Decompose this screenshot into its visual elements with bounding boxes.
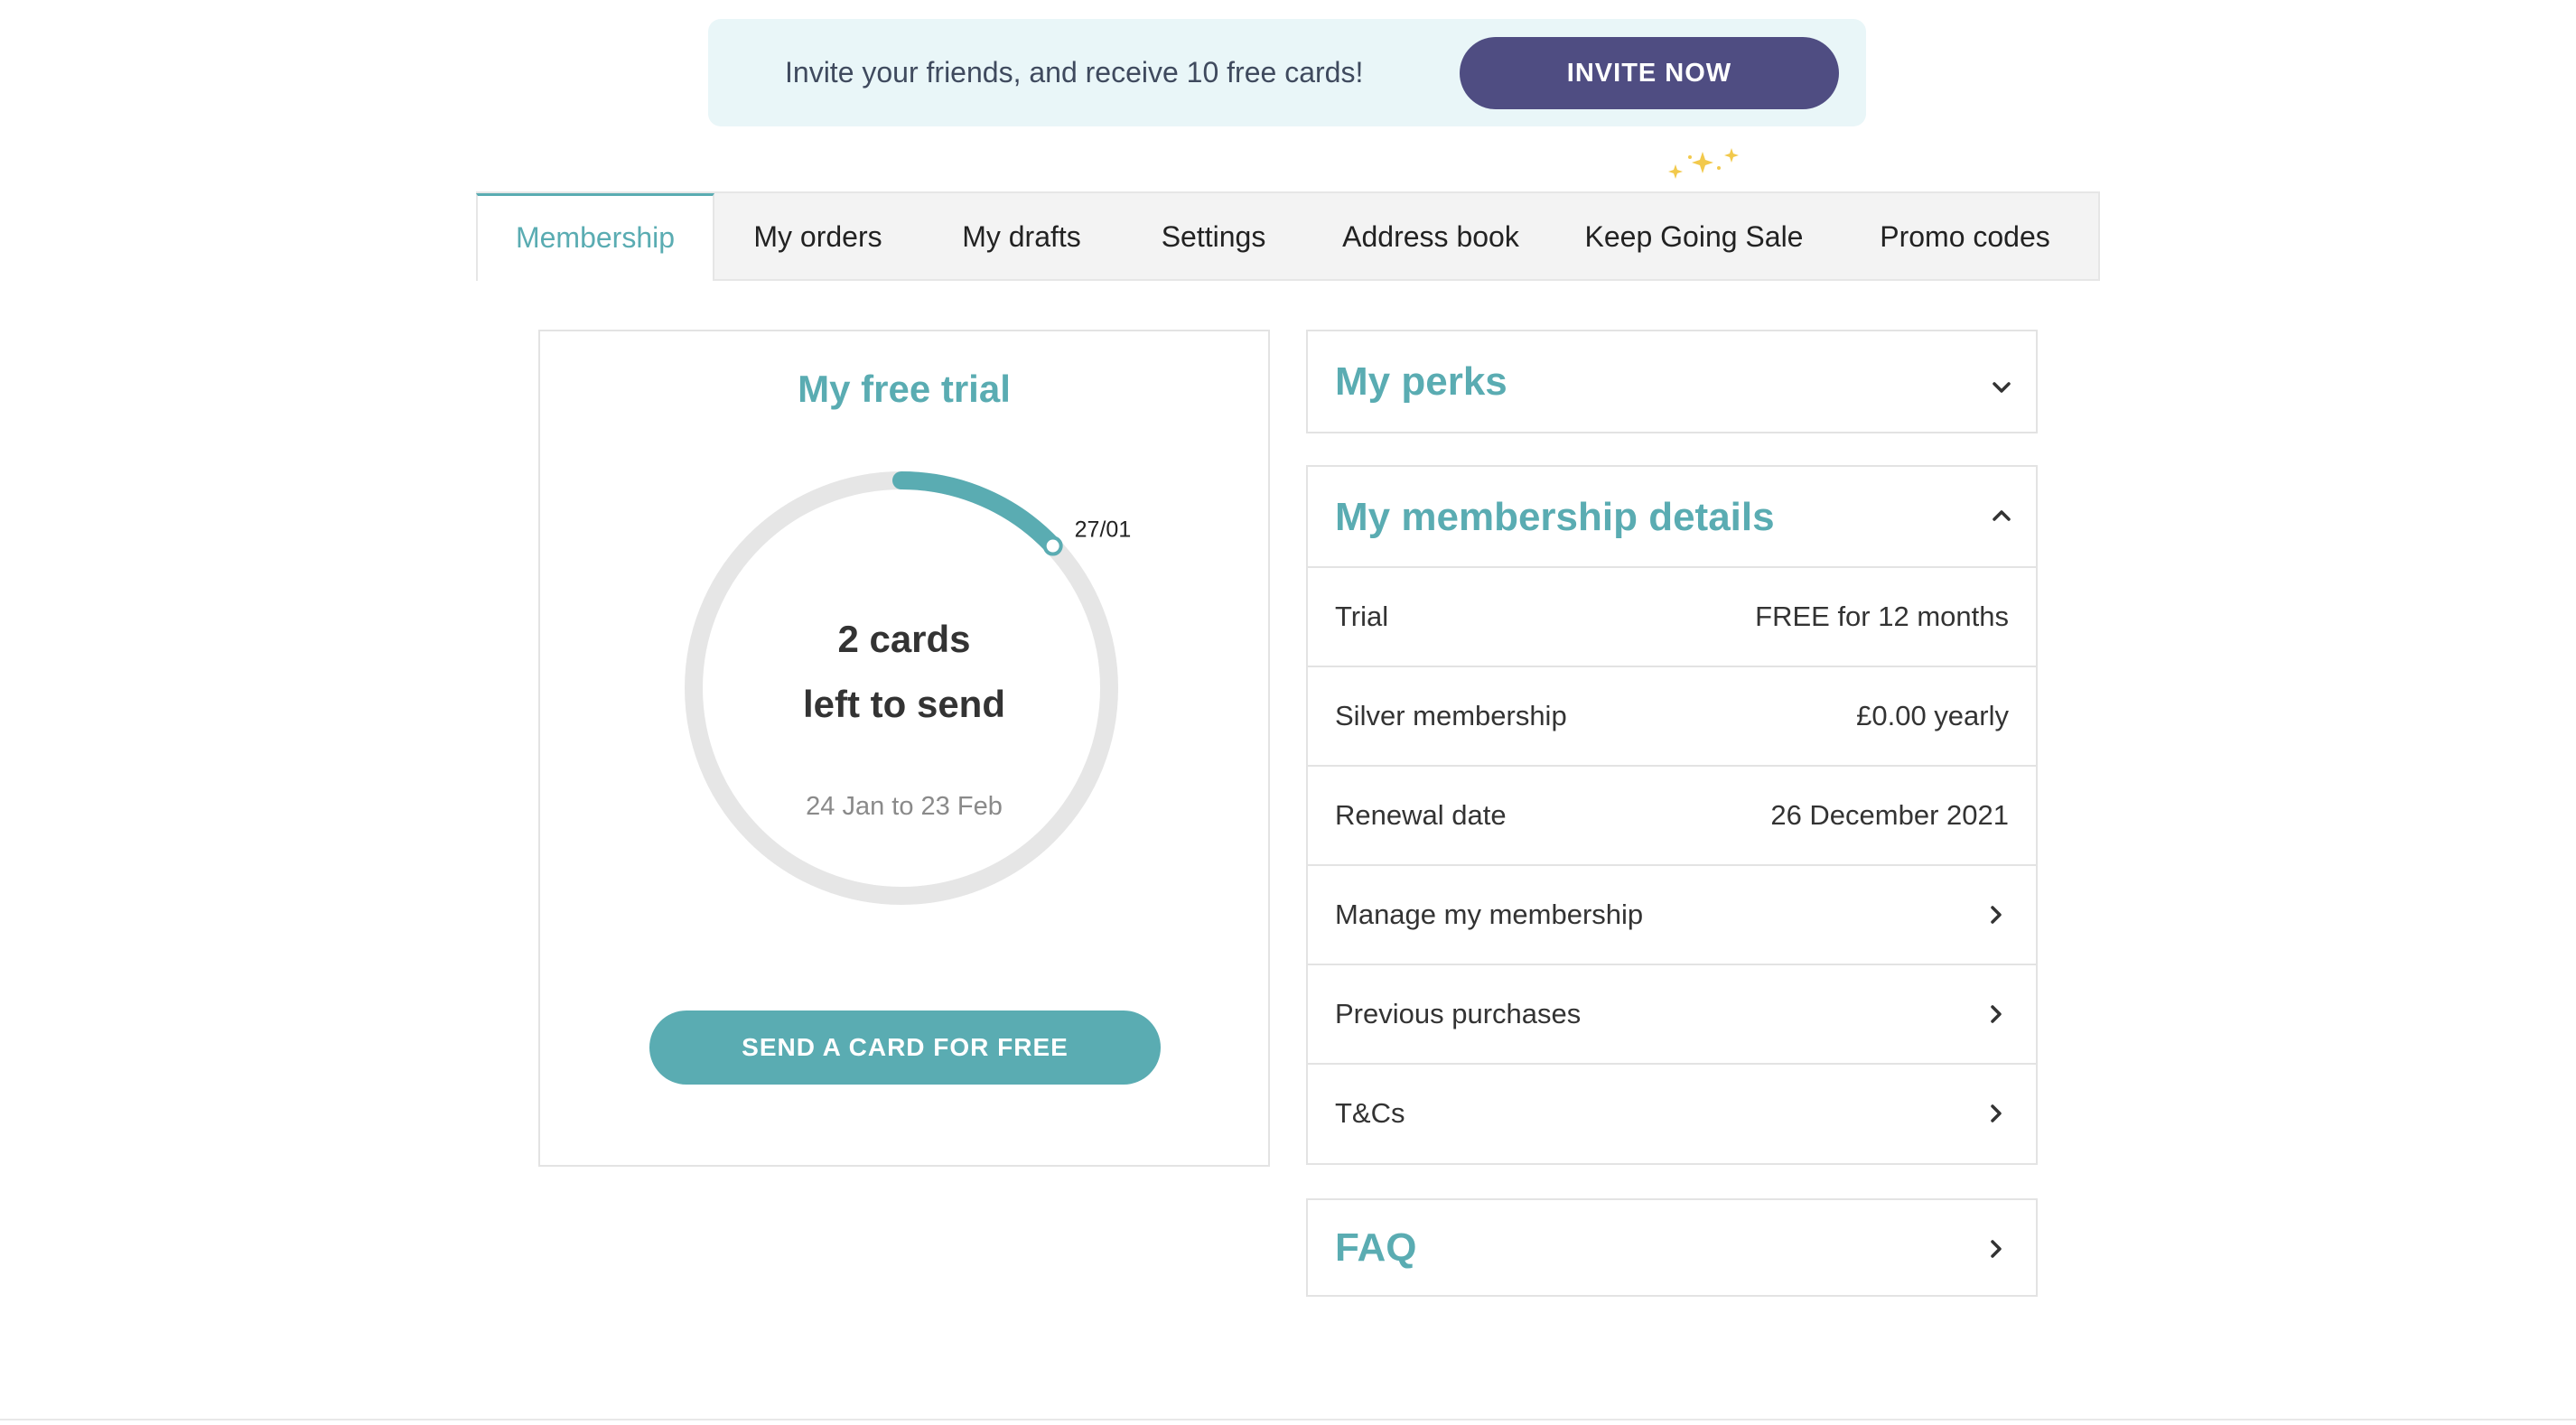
membership-details-panel: My membership details Trial FREE for 12 … xyxy=(1306,465,2038,1165)
chevron-down-icon xyxy=(1993,382,2011,393)
invite-banner-text: Invite your friends, and receive 10 free… xyxy=(785,56,1364,88)
trial-row: Trial FREE for 12 months xyxy=(1308,568,2036,667)
silver-membership-value: £0.00 yearly xyxy=(1856,700,2009,731)
tcs-link[interactable]: T&Cs xyxy=(1308,1065,2036,1164)
account-tabs: Membership My orders My drafts Settings … xyxy=(476,191,2100,281)
faq-header[interactable]: FAQ xyxy=(1308,1200,2036,1295)
renewal-date-label: Renewal date xyxy=(1335,799,1507,831)
sparkles-icon xyxy=(1668,148,1739,179)
renewal-date-row: Renewal date 26 December 2021 xyxy=(1308,767,2036,866)
manage-membership-link[interactable]: Manage my membership xyxy=(1308,866,2036,965)
send-card-free-button[interactable]: SEND A CARD FOR FREE xyxy=(649,1011,1161,1085)
invite-banner: Invite your friends, and receive 10 free… xyxy=(708,19,1866,126)
manage-membership-label: Manage my membership xyxy=(1335,899,1644,930)
trial-label: Trial xyxy=(1335,601,1389,632)
chevron-up-icon xyxy=(1993,510,2011,521)
previous-purchases-link[interactable]: Previous purchases xyxy=(1308,965,2036,1065)
progress-marker-label: 27/01 xyxy=(1075,517,1132,543)
tab-my-orders[interactable]: My orders xyxy=(714,193,921,281)
cards-left-text: 2 cards left to send xyxy=(540,607,1268,737)
faq-title: FAQ xyxy=(1335,1225,1417,1270)
chevron-right-icon xyxy=(1991,906,2002,924)
my-perks-panel: My perks xyxy=(1306,330,2038,433)
free-trial-card: My free trial 27/01 2 cards left to send… xyxy=(538,330,1270,1167)
chevron-right-icon xyxy=(1991,1240,2002,1258)
membership-details-title: My membership details xyxy=(1335,495,1775,539)
faq-panel: FAQ xyxy=(1306,1198,2038,1297)
silver-membership-label: Silver membership xyxy=(1335,700,1567,731)
my-perks-title: My perks xyxy=(1335,359,1507,404)
tab-my-drafts[interactable]: My drafts xyxy=(921,193,1122,281)
progress-ring-fill xyxy=(892,471,1062,555)
tab-membership[interactable]: Membership xyxy=(476,193,714,281)
invite-now-button[interactable]: INVITE NOW xyxy=(1460,37,1839,109)
tab-keep-going-sale[interactable]: Keep Going Sale xyxy=(1556,193,1832,281)
cards-left-caption: left to send xyxy=(802,683,1005,725)
free-trial-title: My free trial xyxy=(798,368,1011,410)
renewal-date-value: 26 December 2021 xyxy=(1770,799,2009,831)
trial-value: FREE for 12 months xyxy=(1755,601,2009,632)
trial-date-range: 24 Jan to 23 Feb xyxy=(806,792,1003,821)
tab-promo-codes[interactable]: Promo codes xyxy=(1832,193,2098,281)
silver-membership-row: Silver membership £0.00 yearly xyxy=(1308,667,2036,767)
tcs-label: T&Cs xyxy=(1335,1097,1405,1129)
progress-ring-marker xyxy=(1042,536,1063,556)
chevron-right-icon xyxy=(1991,1104,2002,1122)
footer-divider xyxy=(0,1419,2576,1420)
membership-details-header[interactable]: My membership details xyxy=(1308,467,2036,568)
tab-address-book[interactable]: Address book xyxy=(1305,193,1556,281)
my-perks-header[interactable]: My perks xyxy=(1308,331,2036,432)
previous-purchases-label: Previous purchases xyxy=(1335,998,1582,1029)
cards-left-count: 2 cards xyxy=(837,618,971,660)
tab-settings[interactable]: Settings xyxy=(1122,193,1305,281)
chevron-right-icon xyxy=(1991,1005,2002,1023)
